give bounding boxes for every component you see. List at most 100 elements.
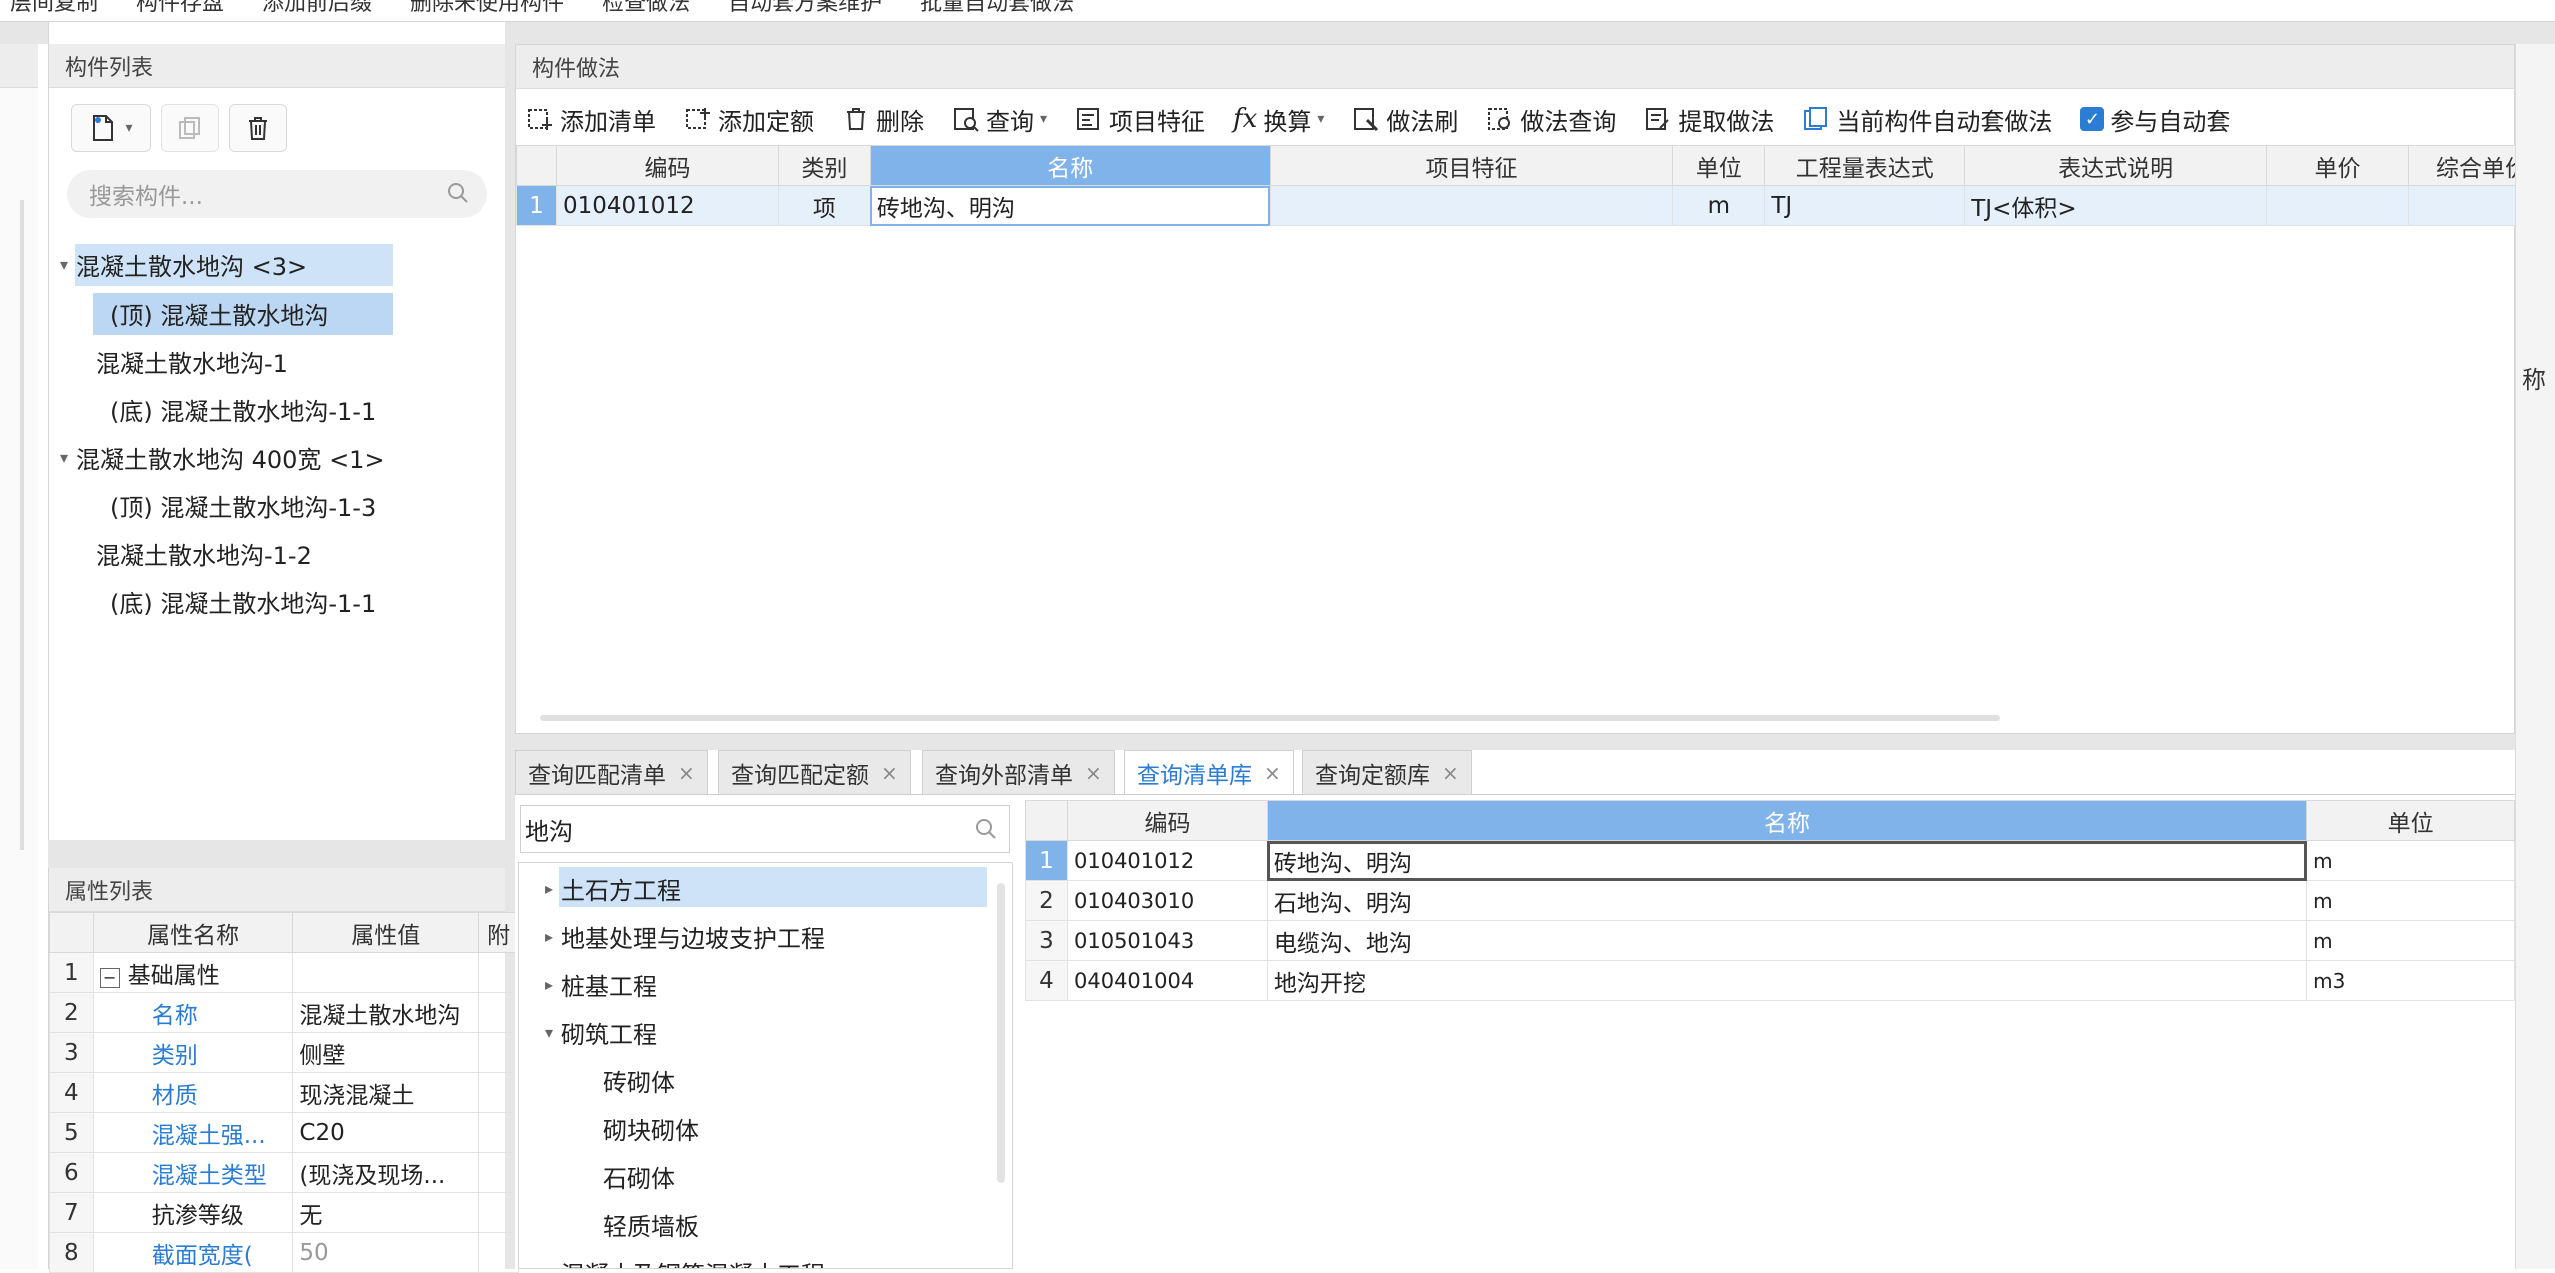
close-icon[interactable]: × xyxy=(1442,761,1459,785)
property-row[interactable]: 4 材质 现浇混凝土 xyxy=(50,1073,519,1113)
search-icon xyxy=(447,182,469,210)
table-row[interactable]: 3 010501043 电缆沟、地沟 m xyxy=(1026,921,2515,961)
tab-match-quota[interactable]: 查询匹配定额× xyxy=(718,750,911,794)
tree-item-component-1[interactable]: 混凝土散水地沟-1 xyxy=(96,344,288,379)
auto-apply-current-button[interactable]: 当前构件自动套做法 xyxy=(1802,102,2052,137)
property-row[interactable]: 3 类别 侧壁 xyxy=(50,1033,519,1073)
property-row[interactable]: 1 −基础属性 xyxy=(50,953,519,993)
property-divider[interactable] xyxy=(48,840,505,868)
tree-item-top-1[interactable]: (顶) 混凝土散水地沟 xyxy=(110,296,328,331)
close-icon[interactable]: × xyxy=(881,761,898,785)
add-quota-button[interactable]: 添加定额 xyxy=(684,102,814,137)
property-row[interactable]: 5 混凝土强... C20 xyxy=(50,1113,519,1153)
query-search-input[interactable]: 地沟 xyxy=(520,805,1010,853)
table-row[interactable]: 2 010403010 石地沟、明沟 m xyxy=(1026,881,2515,921)
tab-quota-library[interactable]: 查询定额库× xyxy=(1302,750,1472,794)
caret-right-icon[interactable]: ▸ xyxy=(545,975,561,994)
copy-component-button[interactable] xyxy=(161,104,219,152)
participate-auto-checkbox[interactable]: ✓ 参与自动套 xyxy=(2080,102,2230,137)
tree-item-group-1[interactable]: ▾ 混凝土散水地沟 <3> xyxy=(60,247,307,282)
category-item-concrete[interactable]: ▸混凝土及钢筋混凝土工程 xyxy=(545,1255,825,1269)
extract-method-button[interactable]: 提取做法 xyxy=(1644,102,1774,137)
trash-icon xyxy=(842,105,870,133)
method-table: 编码 类别 名称 项目特征 单位 工程量表达式 表达式说明 单价 综合单价 1 … xyxy=(516,145,2555,226)
property-list-panel: 属性列表 属性名称 属性值 附 1 −基础属性 2 名称 混凝土散水地沟 3 类… xyxy=(48,868,505,1269)
result-header-unit: 单位 xyxy=(2307,801,2515,841)
extract-icon xyxy=(1644,105,1672,133)
caret-right-icon[interactable]: ▸ xyxy=(545,1263,561,1269)
toolbar-item-check-method[interactable]: 检查做法 xyxy=(602,0,690,17)
close-icon[interactable]: × xyxy=(1264,761,1281,785)
tab-match-bill[interactable]: 查询匹配清单× xyxy=(515,750,708,794)
new-component-button[interactable]: ▾ xyxy=(71,104,151,152)
tree-item-bottom-2[interactable]: (底) 混凝土散水地沟-1-1 xyxy=(110,584,376,619)
method-horizontal-scrollbar[interactable] xyxy=(540,715,2000,721)
collapse-icon[interactable]: − xyxy=(100,968,120,988)
result-header-code: 编码 xyxy=(1067,801,1267,841)
left-gutter-scrollbar[interactable] xyxy=(20,200,24,850)
method-query-button[interactable]: 做法查询 xyxy=(1486,102,1616,137)
caret-right-icon[interactable]: ▸ xyxy=(545,927,561,946)
left-gutter-header xyxy=(0,44,38,88)
new-file-icon xyxy=(89,114,117,142)
category-item-brick[interactable]: 砖砌体 xyxy=(603,1063,675,1098)
result-header-name[interactable]: 名称 xyxy=(1267,801,2306,841)
item-feature-button[interactable]: 项目特征 xyxy=(1075,102,1205,137)
toolbar-item-auto-plan[interactable]: 自动套方案维护 xyxy=(728,0,882,17)
property-header-name: 属性名称 xyxy=(93,913,293,953)
table-row[interactable]: 4 040401004 地沟开挖 m3 xyxy=(1026,961,2515,1001)
category-item-pile[interactable]: ▸桩基工程 xyxy=(545,967,657,1002)
category-item-masonry[interactable]: ▾砌筑工程 xyxy=(545,1015,657,1050)
checkbox-checked-icon[interactable]: ✓ xyxy=(2080,107,2104,131)
tab-external-bill[interactable]: 查询外部清单× xyxy=(922,750,1115,794)
toolbar-item-add-prefix[interactable]: 添加前后缀 xyxy=(262,0,372,17)
caret-down-icon[interactable]: ▾ xyxy=(60,448,76,467)
add-bill-button[interactable]: 添加清单 xyxy=(526,102,656,137)
property-row[interactable]: 7 抗渗等级 无 xyxy=(50,1193,519,1233)
method-header-code: 编码 xyxy=(556,146,778,186)
property-row[interactable]: 6 混凝土类型 (现浇及现场... xyxy=(50,1153,519,1193)
result-table: 编码 名称 单位 1 010401012 砖地沟、明沟 m 2 01040301… xyxy=(1025,800,2515,1001)
close-icon[interactable]: × xyxy=(678,761,695,785)
tree-item-group-2[interactable]: ▾ 混凝土散水地沟 400宽 <1> xyxy=(60,440,385,475)
brush-icon xyxy=(1352,105,1380,133)
method-header-feature: 项目特征 xyxy=(1270,146,1673,186)
table-row[interactable]: 1 010401012 砖地沟、明沟 m xyxy=(1026,841,2515,881)
category-item-earthwork[interactable]: ▸土石方工程 xyxy=(545,871,681,906)
feature-list-icon xyxy=(1075,105,1103,133)
right-panel-fragment: 称 xyxy=(2522,360,2546,395)
category-item-stone[interactable]: 石砌体 xyxy=(603,1159,675,1194)
query-button[interactable]: 查询 ▾ xyxy=(952,102,1047,137)
toolbar-item-batch-auto[interactable]: 批量自动套做法 xyxy=(920,0,1074,17)
close-icon[interactable]: × xyxy=(1085,761,1102,785)
category-item-block[interactable]: 砌块砌体 xyxy=(603,1111,699,1146)
caret-right-icon[interactable]: ▸ xyxy=(545,879,561,898)
property-row[interactable]: 8 截面宽度( 50 xyxy=(50,1233,519,1273)
convert-button[interactable]: fx 换算 ▾ xyxy=(1233,102,1324,137)
component-search-input[interactable]: 搜索构件... xyxy=(67,170,487,218)
bottom-divider[interactable] xyxy=(515,734,2515,750)
tree-item-top-2[interactable]: (顶) 混凝土散水地沟-1-3 xyxy=(110,488,376,523)
auto-apply-icon xyxy=(1802,105,1830,133)
delete-button[interactable]: 删除 xyxy=(842,102,924,137)
tree-item-bottom-1[interactable]: (底) 混凝土散水地沟-1-1 xyxy=(110,392,376,427)
toolbar-item-delete-unused[interactable]: 删除未使用构件 xyxy=(410,0,564,17)
method-brush-button[interactable]: 做法刷 xyxy=(1352,102,1458,137)
tab-bill-library[interactable]: 查询清单库× xyxy=(1124,750,1294,794)
category-item-light-wall[interactable]: 轻质墙板 xyxy=(603,1207,699,1242)
delete-component-button[interactable] xyxy=(229,104,287,152)
table-row[interactable]: 1 010401012 项 砖地沟、明沟 m TJ TJ<体积> xyxy=(517,186,2555,226)
property-row[interactable]: 2 名称 混凝土散水地沟 xyxy=(50,993,519,1033)
method-header-name[interactable]: 名称 xyxy=(870,146,1270,186)
component-list-panel: 构件列表 ▾ 搜索构件... xyxy=(48,22,505,840)
method-header-expr: 工程量表达式 xyxy=(1765,146,1965,186)
category-scrollbar[interactable] xyxy=(997,883,1005,1183)
right-panel-edge xyxy=(2515,44,2555,1269)
tree-item-component-2[interactable]: 混凝土散水地沟-1-2 xyxy=(96,536,312,571)
toolbar-item-save-component[interactable]: 构件存盘 xyxy=(136,0,224,17)
caret-down-icon[interactable]: ▾ xyxy=(60,255,76,274)
toolbar-item-copy-floor[interactable]: 层间复制 xyxy=(10,0,98,17)
category-item-foundation[interactable]: ▸地基处理与边坡支护工程 xyxy=(545,919,825,954)
caret-down-icon[interactable]: ▾ xyxy=(545,1023,561,1042)
method-header-desc: 表达式说明 xyxy=(1965,146,2267,186)
